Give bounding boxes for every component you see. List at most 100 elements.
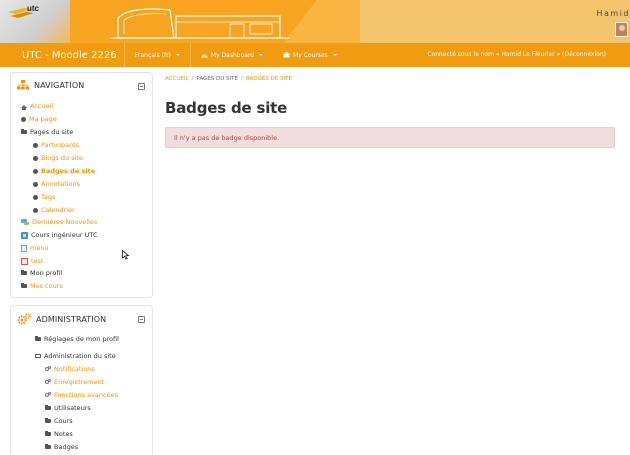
- admin-item-enregistrement[interactable]: Enregistrement: [45, 378, 104, 386]
- utc-logo[interactable]: utc: [0, 0, 70, 43]
- nav-item-participants[interactable]: Participants: [33, 141, 79, 149]
- nav-item-label: Mes cours: [30, 282, 63, 290]
- folder-icon: [35, 336, 41, 341]
- dot-icon: [33, 142, 38, 148]
- admin-item-label: Notifications: [54, 365, 95, 373]
- admin-item-cours[interactable]: Cours: [45, 417, 73, 425]
- nav-item-label: Accueil: [30, 102, 54, 110]
- admin-item-administration-du-site[interactable]: Administration du site: [35, 352, 116, 360]
- caret-down-icon: [175, 54, 180, 56]
- folder-icon: [45, 418, 51, 423]
- home-icon: [21, 104, 27, 110]
- forum-icon: [21, 219, 29, 225]
- admin-item-utilisateurs[interactable]: Utilisateurs: [45, 404, 91, 412]
- site-banner: utc Hamid: [0, 0, 630, 43]
- folder-icon: [21, 270, 27, 275]
- gear-icon: [45, 392, 51, 398]
- dot-icon: [33, 181, 38, 187]
- nav-item-label: Dernières Nouvelles: [32, 218, 98, 226]
- navigation-title: NAVIGATION: [34, 80, 85, 90]
- mouse-cursor-icon: [122, 250, 130, 260]
- nav-item-ma-page[interactable]: Ma page: [21, 115, 57, 123]
- nav-item-tags[interactable]: Tags: [33, 193, 55, 201]
- my-dashboard-menu[interactable]: My Dashboard: [191, 52, 273, 59]
- gear-icon: [45, 366, 51, 372]
- logged-in-info[interactable]: Connecté sous le nom « Hamid Le Fleurler…: [427, 51, 606, 58]
- admin-item-notifications[interactable]: Notifications: [45, 365, 95, 373]
- folder-icon: [45, 405, 51, 410]
- nav-item-annotations[interactable]: Annotations: [33, 180, 80, 188]
- page-title: Badges de site: [165, 99, 288, 117]
- nav-item-label: Participants: [41, 141, 80, 149]
- logo-text: utc: [27, 4, 39, 13]
- breadcrumb-pages-du-site: Pages du site: [196, 76, 238, 82]
- nav-item-pages-du-site[interactable]: Pages du site: [21, 128, 73, 136]
- language-menu-label: Français (fr): [135, 51, 171, 59]
- collapse-icon[interactable]: [138, 316, 145, 323]
- course-icon: [21, 231, 28, 239]
- nav-item-label: Ma page: [29, 115, 57, 123]
- gears-icon: [17, 313, 31, 325]
- nav-item-blogs-du-site[interactable]: Blogs du site: [33, 154, 83, 162]
- admin-item-label: Fonctions avancées: [54, 391, 118, 399]
- breadcrumb-separator: /: [191, 76, 194, 82]
- nav-item-label: Annotations: [41, 180, 81, 188]
- avatar[interactable]: [615, 22, 628, 37]
- nav-item-label: Cours ingénieur UTC: [31, 231, 98, 239]
- admin-item-label: Cours: [54, 417, 73, 425]
- nav-item-test[interactable]: test: [21, 257, 43, 265]
- page-icon: [21, 244, 27, 252]
- my-courses-menu[interactable]: My Courses: [273, 52, 347, 59]
- administration-block: ADMINISTRATION Réglages de mon profil Ad…: [10, 305, 153, 455]
- nav-item-label: Blogs du site: [41, 154, 83, 162]
- admin-item-reglages-profil[interactable]: Réglages de mon profil: [35, 335, 119, 343]
- my-courses-label: My Courses: [293, 51, 328, 59]
- my-dashboard-label: My Dashboard: [210, 51, 255, 59]
- nav-item-label: Calendrier: [41, 206, 75, 214]
- admin-item-fonctions-avancees[interactable]: Fonctions avancées: [45, 391, 118, 399]
- nav-item-dernieres-nouvelles[interactable]: Dernières Nouvelles: [21, 218, 97, 226]
- dot-icon: [33, 168, 38, 174]
- nav-item-label: Badges de site: [41, 167, 96, 175]
- navigation-block-header: NAVIGATION: [17, 80, 84, 90]
- briefcase-icon: [283, 52, 290, 58]
- caret-down-icon: [332, 54, 337, 56]
- nav-item-badges-de-site[interactable]: Badges de site: [33, 167, 95, 175]
- nav-item-cours-ingenieur-utc[interactable]: Cours ingénieur UTC: [21, 231, 97, 239]
- nav-item-accueil[interactable]: Accueil: [21, 102, 53, 110]
- folder-icon: [45, 431, 51, 436]
- site-name-link[interactable]: UTC - Moodle 2226: [0, 50, 124, 61]
- breadcrumb: Accueil / Pages du site / Badges de site: [165, 76, 292, 82]
- nav-item-menu[interactable]: menu: [21, 244, 49, 252]
- nav-item-mon-profil[interactable]: Mon profil: [21, 269, 62, 277]
- admin-item-notes[interactable]: Notes: [45, 430, 73, 438]
- folder-icon: [21, 129, 27, 134]
- no-badges-alert: Il n'y a pas de badge disponible.: [165, 127, 615, 148]
- banner-light-area: [360, 0, 630, 43]
- navigation-block: NAVIGATION Accueil Ma page Pages du site…: [10, 72, 153, 298]
- admin-item-label: Badges: [54, 443, 79, 451]
- language-menu[interactable]: Français (fr): [125, 52, 190, 59]
- nav-item-calendrier[interactable]: Calendrier: [33, 206, 75, 214]
- nav-item-label: Tags: [41, 193, 56, 201]
- top-navbar: UTC - Moodle 2226 Français (fr) My Dashb…: [0, 43, 630, 67]
- dashboard-icon: [201, 54, 208, 58]
- admin-item-label: Enregistrement: [54, 378, 105, 386]
- breadcrumb-separator: /: [240, 76, 243, 82]
- gear-icon: [45, 379, 51, 385]
- admin-item-label: Réglages de mon profil: [44, 335, 119, 343]
- admin-item-label: Administration du site: [44, 352, 116, 360]
- breadcrumb-badges-de-site[interactable]: Badges de site: [246, 76, 292, 82]
- collapse-icon[interactable]: [138, 83, 145, 90]
- nav-item-label: Mon profil: [30, 269, 63, 277]
- dot-icon: [33, 207, 38, 213]
- dot-icon: [21, 116, 26, 122]
- banner-user-name[interactable]: Hamid: [596, 9, 630, 18]
- administration-block-header: ADMINISTRATION: [17, 313, 106, 325]
- admin-item-badges[interactable]: Badges: [45, 443, 78, 451]
- nav-item-mes-cours[interactable]: Mes cours: [21, 282, 63, 290]
- sitemap-icon: [17, 80, 29, 90]
- admin-item-label: Notes: [54, 430, 73, 438]
- breadcrumb-accueil[interactable]: Accueil: [165, 76, 189, 82]
- administration-title: ADMINISTRATION: [36, 314, 107, 324]
